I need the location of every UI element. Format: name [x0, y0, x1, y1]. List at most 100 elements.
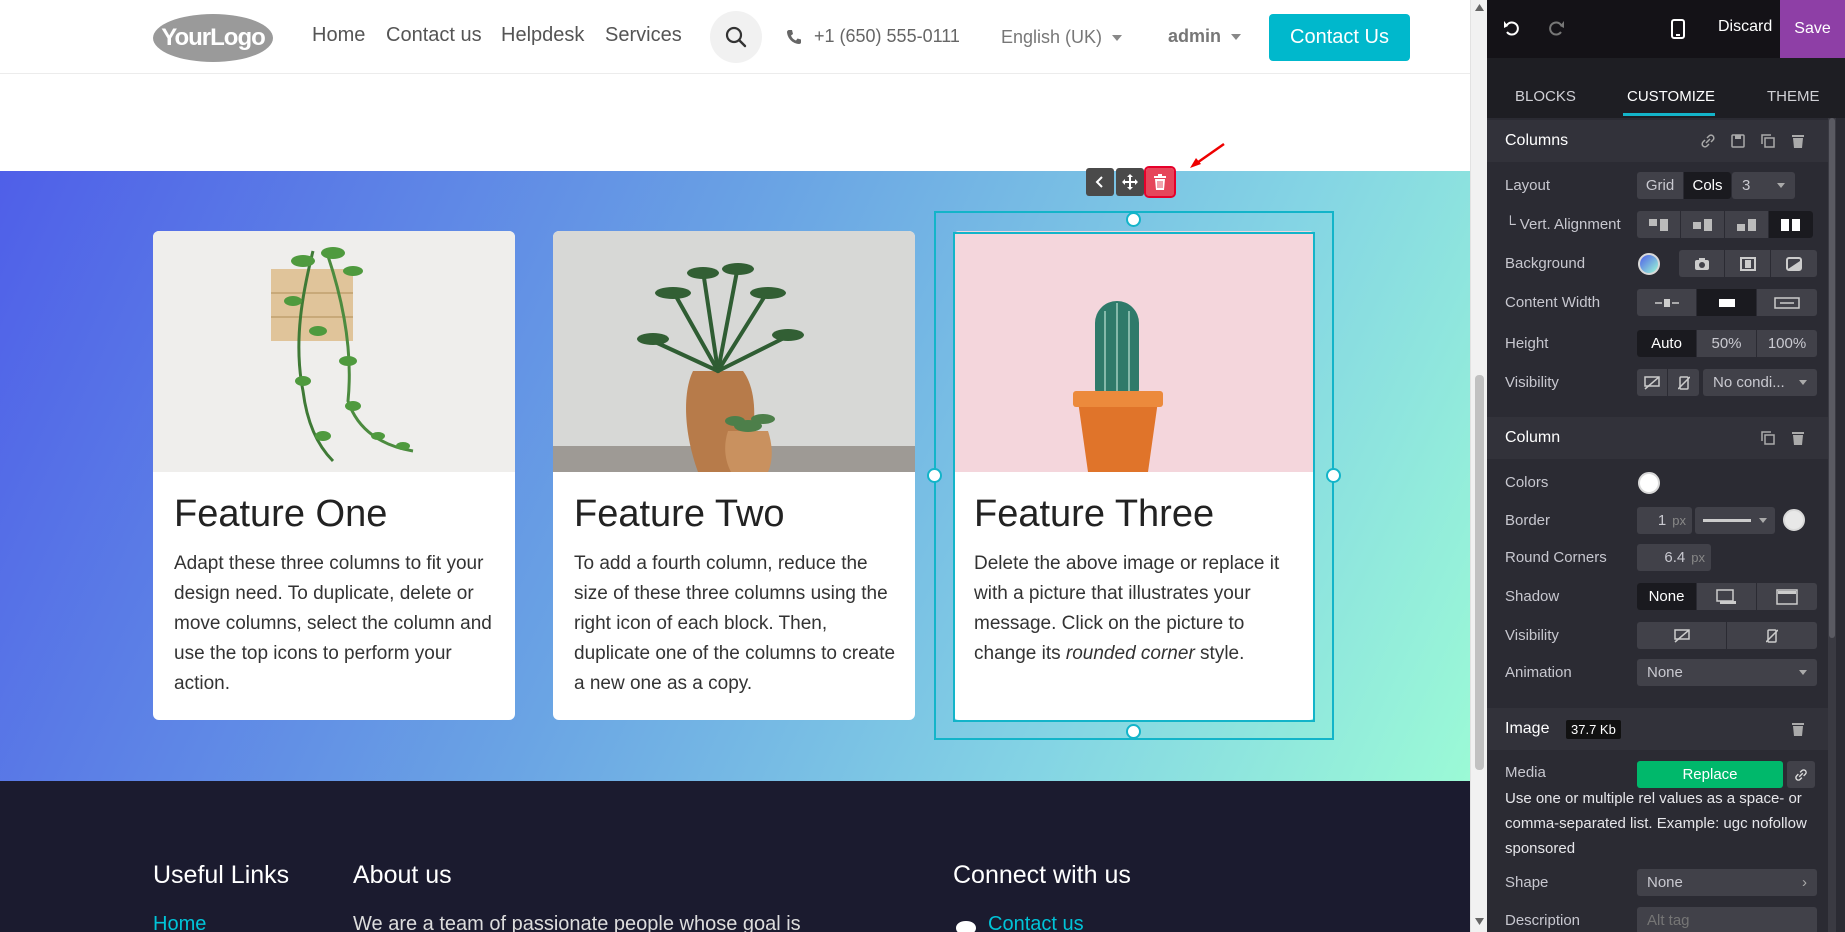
- tab-customize[interactable]: CUSTOMIZE: [1627, 88, 1715, 105]
- duplicate-icon[interactable]: [1760, 133, 1776, 149]
- chevron-right-icon: ›: [1802, 874, 1807, 891]
- colors-label: Colors: [1505, 474, 1549, 491]
- feature-image-hanging-plant[interactable]: [153, 231, 515, 472]
- nav-home[interactable]: Home: [312, 24, 365, 47]
- footer-link-contact-us[interactable]: Contact us: [988, 913, 1084, 932]
- delete-column-button[interactable]: [1144, 166, 1176, 198]
- content-width-full-option[interactable]: [1757, 289, 1817, 316]
- border-style-select[interactable]: [1695, 507, 1775, 534]
- mobile-hidden-icon: [1766, 628, 1778, 643]
- content-width-small-option[interactable]: [1637, 289, 1697, 316]
- undo-icon[interactable]: [1503, 19, 1521, 37]
- content-width-regular-option[interactable]: [1697, 289, 1757, 316]
- bg-video-option[interactable]: [1725, 250, 1771, 277]
- column-hide-mobile-option[interactable]: [1727, 622, 1817, 649]
- feature-card[interactable]: Feature One Adapt these three columns to…: [153, 231, 515, 720]
- footer-link-home[interactable]: Home: [153, 913, 206, 932]
- replace-image-button[interactable]: Replace: [1637, 761, 1783, 788]
- footer-heading: About us: [353, 861, 452, 889]
- discard-button[interactable]: Discard: [1718, 18, 1772, 36]
- content-width-label: Content Width: [1505, 294, 1601, 311]
- save-button[interactable]: Save: [1780, 0, 1845, 58]
- width-narrow-icon: [1654, 298, 1679, 307]
- shape-value: None: [1647, 874, 1683, 891]
- duplicate-icon[interactable]: [1760, 430, 1776, 446]
- tab-theme[interactable]: THEME: [1767, 88, 1820, 105]
- shadow-outset-icon: [1715, 588, 1736, 604]
- chat-bubble-icon: [956, 921, 976, 932]
- site-logo[interactable]: YourLogo: [153, 14, 273, 62]
- bg-image-option[interactable]: [1679, 250, 1725, 277]
- resize-handle-left[interactable]: [927, 468, 942, 483]
- animation-value: None: [1647, 664, 1683, 681]
- chevron-down-icon: [1231, 34, 1242, 41]
- link-icon[interactable]: [1700, 133, 1716, 149]
- hide-mobile-option[interactable]: [1668, 369, 1699, 396]
- nav-services[interactable]: Services: [605, 24, 682, 47]
- redo-icon[interactable]: [1547, 19, 1565, 37]
- border-width-input[interactable]: 1 px: [1637, 507, 1692, 534]
- layout-cols-option[interactable]: Cols: [1684, 172, 1731, 199]
- save-icon[interactable]: [1730, 133, 1746, 149]
- background-color-swatch[interactable]: [1638, 253, 1660, 275]
- language-dropdown[interactable]: English (UK): [1001, 27, 1123, 48]
- contact-us-button[interactable]: Contact Us: [1269, 14, 1410, 61]
- panel-scrollbar-thumb[interactable]: [1829, 118, 1835, 638]
- tab-blocks[interactable]: BLOCKS: [1515, 88, 1576, 105]
- trash-icon[interactable]: [1790, 133, 1806, 149]
- height-auto-option[interactable]: Auto: [1637, 330, 1697, 357]
- shadow-inset-option[interactable]: [1757, 583, 1817, 610]
- page-scrollbar[interactable]: [1470, 0, 1487, 932]
- cols-count-select[interactable]: 3: [1732, 172, 1795, 199]
- user-dropdown[interactable]: admin: [1168, 26, 1242, 47]
- phone-number-text: +1 (650) 555-0111: [814, 26, 960, 46]
- shadow-inset-icon: [1776, 588, 1798, 605]
- column-hide-desktop-option[interactable]: [1637, 622, 1727, 649]
- move-left-button[interactable]: [1086, 168, 1114, 196]
- chevron-down-icon: [1799, 670, 1807, 675]
- align-stretch-option[interactable]: [1769, 211, 1813, 238]
- trash-icon[interactable]: [1790, 430, 1806, 446]
- phone-number[interactable]: +1 (650) 555-0111: [786, 26, 960, 47]
- feature-image-potted-plants[interactable]: [553, 231, 915, 472]
- shadow-none-option[interactable]: None: [1637, 583, 1697, 610]
- shadow-outset-option[interactable]: [1697, 583, 1757, 610]
- trash-icon[interactable]: [1790, 721, 1806, 737]
- visibility-condition-select[interactable]: No condi...: [1703, 369, 1817, 396]
- column-color-swatch[interactable]: [1638, 472, 1660, 494]
- page-scrollbar-thumb[interactable]: [1475, 375, 1484, 770]
- layout-grid-option[interactable]: Grid: [1637, 172, 1684, 199]
- mobile-preview-icon[interactable]: [1671, 19, 1685, 39]
- drag-move-button[interactable]: [1116, 168, 1144, 196]
- search-button[interactable]: [710, 11, 762, 63]
- pointer-arrow-annotation: [1190, 142, 1225, 168]
- align-top-option[interactable]: [1637, 211, 1681, 238]
- website-preview: YourLogo Home Contact us Helpdesk Servic…: [0, 0, 1470, 932]
- site-header: YourLogo Home Contact us Helpdesk Servic…: [0, 0, 1470, 74]
- border-color-swatch[interactable]: [1783, 509, 1805, 531]
- shape-select[interactable]: None ›: [1637, 869, 1817, 896]
- move-icon: [1122, 174, 1138, 190]
- nav-contact-us[interactable]: Contact us: [386, 24, 482, 47]
- solid-line-icon: [1703, 519, 1751, 522]
- align-middle-option[interactable]: [1681, 211, 1725, 238]
- image-link-button[interactable]: [1787, 761, 1815, 788]
- height-100-option[interactable]: 100%: [1757, 330, 1817, 357]
- align-bottom-option[interactable]: [1725, 211, 1769, 238]
- hide-desktop-option[interactable]: [1637, 369, 1668, 396]
- nav-helpdesk[interactable]: Helpdesk: [501, 24, 584, 47]
- film-icon: [1739, 256, 1756, 271]
- height-50-option[interactable]: 50%: [1697, 330, 1757, 357]
- feature-text: Adapt these three columns to fit your de…: [174, 553, 492, 694]
- resize-handle-top[interactable]: [1126, 212, 1141, 227]
- resize-handle-bottom[interactable]: [1126, 724, 1141, 739]
- feature-card[interactable]: Feature Two To add a fourth column, redu…: [553, 231, 915, 720]
- animation-select[interactable]: None: [1637, 659, 1817, 686]
- border-width-value: 1: [1657, 512, 1667, 529]
- bg-shape-option[interactable]: [1771, 250, 1817, 277]
- chevron-down-icon: [1799, 380, 1807, 385]
- alt-tag-input[interactable]: [1637, 907, 1817, 932]
- round-corners-value: 6.4: [1664, 549, 1686, 566]
- resize-handle-right[interactable]: [1326, 468, 1341, 483]
- round-corners-input[interactable]: 6.4 px: [1637, 544, 1711, 571]
